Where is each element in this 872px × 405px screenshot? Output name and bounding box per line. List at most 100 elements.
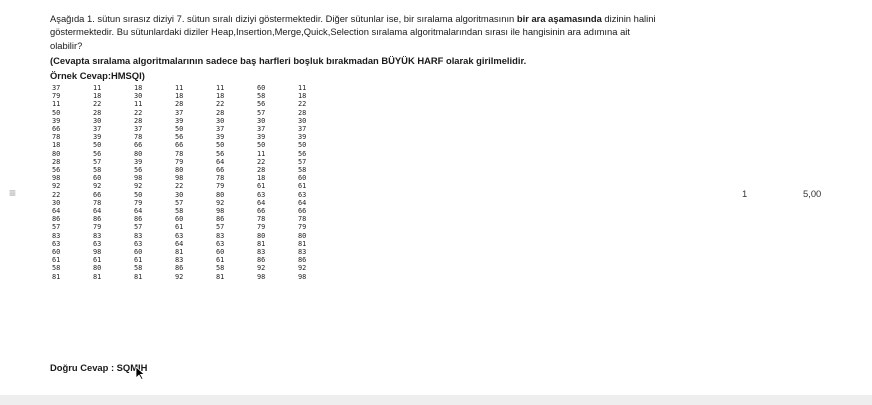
matrix-cell: 37 [257,125,266,134]
matrix-cell: 22 [134,108,143,117]
matrix-cell: 61 [257,182,266,191]
matrix-cell: 18 [93,92,102,101]
matrix-cell: 80 [52,149,61,158]
matrix-cell: 60 [175,215,184,224]
sorting-matrix-table: 37 11 18 11 11 60 11 79 18 30 18 18 58 18 11 22 11 28 22 56… [50,84,339,281]
matrix-cell: 61 [175,223,184,232]
matrix-cell: 80 [216,190,225,199]
matrix-cell: 98 [216,207,225,216]
matrix-cell: 80 [134,149,143,158]
matrix-cell: 58 [298,166,307,175]
matrix-cell: 83 [52,231,61,240]
matrix-cell: 66 [257,207,266,216]
matrix-cell: 92 [93,182,102,191]
matrix-cell: 92 [52,182,61,191]
matrix-cell: 39 [298,133,307,142]
question-score: 5,00 [803,188,822,199]
matrix-row: 81 81 81 92 81 98 98 [50,273,339,281]
answer-format-note: (Cevapta sıralama algoritmalarının sadec… [50,55,527,67]
matrix-cell: 60 [93,174,102,183]
matrix-row: 60 98 60 81 60 83 83 [50,248,339,256]
matrix-cell: 66 [93,190,102,199]
matrix-cell: 56 [298,149,307,158]
bottom-scroll-area [0,395,872,405]
matrix-cell: 80 [93,264,102,273]
matrix-cell: 92 [175,272,184,281]
mouse-pointer-icon [135,366,145,380]
matrix-cell: 60 [52,248,61,257]
matrix-cell: 63 [134,239,143,248]
matrix-cell: 66 [134,141,143,150]
matrix-cell: 64 [93,207,102,216]
matrix-row: 92 92 92 22 79 61 61 [50,182,339,190]
matrix-cell: 63 [257,190,266,199]
matrix-cell: 61 [134,256,143,265]
matrix-cell: 79 [52,92,61,101]
matrix-cell: 81 [298,239,307,248]
matrix-cell: 66 [216,166,225,175]
matrix-cell: 92 [134,182,143,191]
matrix-cell: 50 [216,141,225,150]
matrix-cell: 11 [175,84,184,92]
matrix-cell: 39 [216,133,225,142]
matrix-cell: 50 [298,141,307,150]
matrix-cell: 79 [93,223,102,232]
matrix-cell: 79 [257,223,266,232]
matrix-cell: 92 [298,264,307,273]
matrix-cell: 56 [216,149,225,158]
matrix-cell: 56 [175,133,184,142]
question-line-1-start: Aşağıda 1. sütun sırasız diziyi 7. sütun… [50,13,517,24]
matrix-cell: 86 [257,256,266,265]
matrix-cell: 63 [93,239,102,248]
matrix-cell: 28 [93,108,102,117]
matrix-cell: 58 [257,92,266,101]
matrix-cell: 98 [134,174,143,183]
matrix-cell: 81 [175,248,184,257]
matrix-row: 61 61 61 83 61 86 86 [50,256,339,264]
matrix-cell: 57 [216,223,225,232]
matrix-cell: 28 [134,116,143,125]
matrix-cell: 80 [175,166,184,175]
matrix-cell: 61 [216,256,225,265]
matrix-cell: 83 [93,231,102,240]
matrix-cell: 83 [257,248,266,257]
matrix-cell: 63 [216,239,225,248]
matrix-cell: 92 [216,198,225,207]
matrix-cell: 78 [93,198,102,207]
matrix-cell: 78 [52,133,61,142]
drag-handle-icon[interactable]: ≡ [9,187,19,199]
matrix-cell: 80 [298,231,307,240]
matrix-cell: 18 [175,92,184,101]
matrix-cell: 78 [298,215,307,224]
matrix-row: 66 37 37 50 37 37 37 [50,125,339,133]
matrix-cell: 58 [93,166,102,175]
matrix-cell: 37 [298,125,307,134]
matrix-cell: 11 [298,84,307,92]
matrix-row: 22 66 50 30 80 63 63 [50,191,339,199]
matrix-cell: 86 [298,256,307,265]
matrix-cell: 81 [257,239,266,248]
matrix-cell: 66 [52,125,61,134]
matrix-row: 18 50 66 66 50 50 50 [50,141,339,149]
question-line-2: göstermektedir. Bu sütunlardaki diziler … [50,26,630,38]
matrix-cell: 64 [298,198,307,207]
matrix-cell: 30 [175,190,184,199]
matrix-cell: 28 [257,166,266,175]
matrix-cell: 18 [257,174,266,183]
matrix-row: 80 56 80 78 56 11 56 [50,150,339,158]
matrix-cell: 63 [52,239,61,248]
matrix-row: 56 58 56 80 66 28 58 [50,166,339,174]
matrix-row: 86 86 86 60 86 78 78 [50,215,339,223]
matrix-cell: 39 [175,116,184,125]
matrix-cell: 30 [52,198,61,207]
matrix-cell: 81 [93,272,102,281]
correct-answer-text: Doğru Cevap : SQMIH [50,362,148,373]
matrix-cell: 39 [93,133,102,142]
matrix-cell: 18 [52,141,61,150]
matrix-cell: 61 [52,256,61,265]
matrix-cell: 78 [134,133,143,142]
matrix-cell: 64 [134,207,143,216]
matrix-cell: 11 [257,149,266,158]
matrix-cell: 81 [216,272,225,281]
matrix-cell: 11 [52,100,61,109]
